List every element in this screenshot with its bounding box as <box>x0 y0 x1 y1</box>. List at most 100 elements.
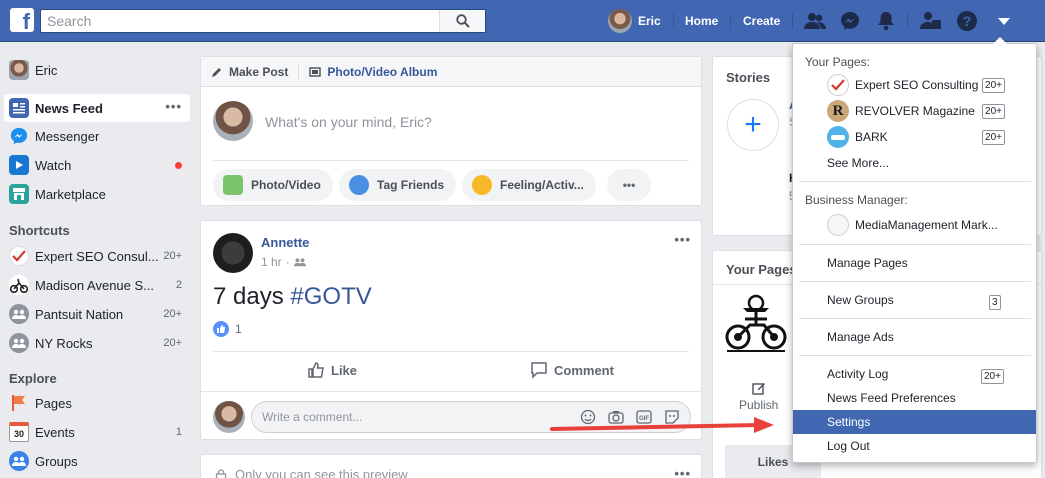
page-logo-icon[interactable] <box>723 293 789 355</box>
notifications-bell-icon[interactable] <box>874 9 898 33</box>
separator: · <box>285 255 290 269</box>
business-manager-header: Business Manager: <box>805 193 908 207</box>
feeling-smiley-icon <box>472 175 492 195</box>
nav-messenger[interactable]: Messenger <box>4 122 190 150</box>
nav-news-feed[interactable]: News Feed ••• <box>4 94 190 122</box>
like-button[interactable]: Like <box>307 361 357 379</box>
profile-link[interactable]: Eric <box>608 9 661 33</box>
shortcut-label: Expert SEO Consul... <box>35 248 159 264</box>
dropdown-page-item[interactable]: BARK 20+ <box>827 126 1037 148</box>
nav-pages[interactable]: Pages <box>4 389 190 417</box>
create-link[interactable]: Create <box>743 14 780 28</box>
svg-text:?: ? <box>963 13 972 29</box>
like-reaction-icon <box>213 321 229 337</box>
annotation-arrow-icon <box>550 417 774 433</box>
composer-input[interactable]: What's on your mind, Eric? <box>265 114 432 130</box>
pencil-icon <box>212 67 221 77</box>
post-timestamp[interactable]: 1 hr <box>261 255 282 269</box>
nav-events-count: 1 <box>175 426 182 438</box>
more-options-icon[interactable]: ••• <box>607 169 651 201</box>
quick-help-icon[interactable] <box>919 9 943 33</box>
more-options-icon[interactable]: ••• <box>165 100 182 113</box>
expert-seo-logo-icon <box>827 74 849 96</box>
nav-messenger-label: Messenger <box>35 128 100 144</box>
publish-button[interactable]: Publish <box>739 381 778 412</box>
search-input[interactable] <box>41 10 441 32</box>
feeling-activity-label: Feeling/Activ... <box>500 178 584 192</box>
post-card: Annette 1 hr · ••• 7 days #GOTV 1 Like C… <box>200 220 702 440</box>
comment-button[interactable]: Comment <box>530 361 614 379</box>
friend-requests-icon[interactable] <box>803 9 827 33</box>
business-manager-label: MediaManagement Mark... <box>855 218 998 232</box>
hashtag-link[interactable]: #GOTV <box>290 283 371 310</box>
manage-pages-item[interactable]: Manage Pages <box>827 256 908 270</box>
home-link[interactable]: Home <box>685 14 718 28</box>
comment-label: Comment <box>554 362 614 378</box>
dropdown-page-item[interactable]: R REVOLVER Magazine 20+ <box>827 100 1037 122</box>
nav-marketplace[interactable]: Marketplace <box>4 180 190 208</box>
tab-photo-album[interactable]: Photo/Video Album <box>309 65 437 79</box>
dropdown-page-item[interactable]: Expert SEO Consulting 20+ <box>827 74 1037 96</box>
nav-marketplace-label: Marketplace <box>35 186 106 202</box>
compose-icon <box>751 383 765 395</box>
account-menu-chevron-icon[interactable] <box>992 9 1016 33</box>
nav-events-label: Events <box>35 424 75 440</box>
divider <box>213 160 689 161</box>
preview-options-icon[interactable]: ••• <box>674 467 691 478</box>
activity-log-item[interactable]: Activity Log <box>827 367 888 381</box>
dropdown-page-badge: 20+ <box>982 129 1005 145</box>
dropdown-page-label: BARK <box>855 130 888 144</box>
help-question-icon[interactable]: ? <box>955 9 979 33</box>
shortcut-count: 20+ <box>163 250 182 262</box>
new-groups-item[interactable]: New Groups <box>827 293 894 307</box>
like-count: 1 <box>235 322 242 336</box>
shortcuts-heading: Shortcuts <box>9 223 70 238</box>
manage-ads-item[interactable]: Manage Ads <box>827 330 894 344</box>
dropdown-page-badge: 20+ <box>982 77 1005 93</box>
nav-groups[interactable]: Groups <box>4 447 190 475</box>
author-avatar[interactable] <box>213 233 253 273</box>
profile-name: Eric <box>638 14 661 28</box>
tab-make-post[interactable]: Make Post <box>211 65 288 79</box>
explore-heading: Explore <box>9 371 57 386</box>
shortcut-item[interactable]: Madison Avenue S... 2 <box>4 271 190 299</box>
business-manager-item[interactable]: MediaManagement Mark... <box>827 214 1037 236</box>
post-options-icon[interactable]: ••• <box>674 233 691 246</box>
post-author[interactable]: Annette <box>261 235 309 250</box>
divider <box>201 391 701 392</box>
nav-profile[interactable]: Eric <box>4 56 190 84</box>
publish-label: Publish <box>739 398 779 412</box>
reaction-summary[interactable]: 1 <box>213 321 242 337</box>
add-story-button[interactable]: + <box>727 99 779 151</box>
settings-item[interactable]: Settings <box>827 415 870 429</box>
shortcut-item[interactable]: Expert SEO Consul... 20+ <box>4 242 190 270</box>
nav-watch[interactable]: Watch <box>4 151 190 179</box>
news-feed-preferences-item[interactable]: News Feed Preferences <box>827 391 956 405</box>
expert-seo-logo-icon <box>9 246 29 266</box>
tag-friends-button[interactable]: Tag Friends <box>339 169 457 201</box>
nav-watch-label: Watch <box>35 157 72 173</box>
feeling-activity-button[interactable]: Feeling/Activ... <box>462 169 596 201</box>
dropdown-page-label: REVOLVER Magazine <box>855 104 975 118</box>
account-dropdown-menu: Your Pages: Expert SEO Consulting 20+ R … <box>792 37 1037 463</box>
nav-groups-label: Groups <box>35 453 78 469</box>
post-body: 7 days #GOTV <box>213 283 372 311</box>
events-calendar-icon: 30 <box>9 422 29 442</box>
log-out-item[interactable]: Log Out <box>827 439 870 453</box>
photo-video-button[interactable]: Photo/Video <box>213 169 333 201</box>
see-more-link[interactable]: See More... <box>827 156 889 170</box>
facebook-logo-icon[interactable]: f <box>10 8 34 32</box>
preview-notice: Only you can see this preview <box>215 467 408 478</box>
avatar <box>9 60 29 80</box>
tab-make-post-label: Make Post <box>229 64 289 79</box>
stories-heading: Stories <box>726 70 771 85</box>
search-button[interactable] <box>439 10 485 32</box>
shortcut-item[interactable]: Pantsuit Nation 20+ <box>4 300 190 328</box>
nav-events[interactable]: 30 Events 1 <box>4 418 190 446</box>
shortcut-item[interactable]: NY Rocks 20+ <box>4 329 190 357</box>
divider <box>673 13 674 29</box>
messenger-icon[interactable] <box>838 9 862 33</box>
your-pages-header: Your Pages: <box>805 55 870 69</box>
avatar <box>213 401 245 433</box>
dropdown-page-badge: 20+ <box>982 103 1005 119</box>
